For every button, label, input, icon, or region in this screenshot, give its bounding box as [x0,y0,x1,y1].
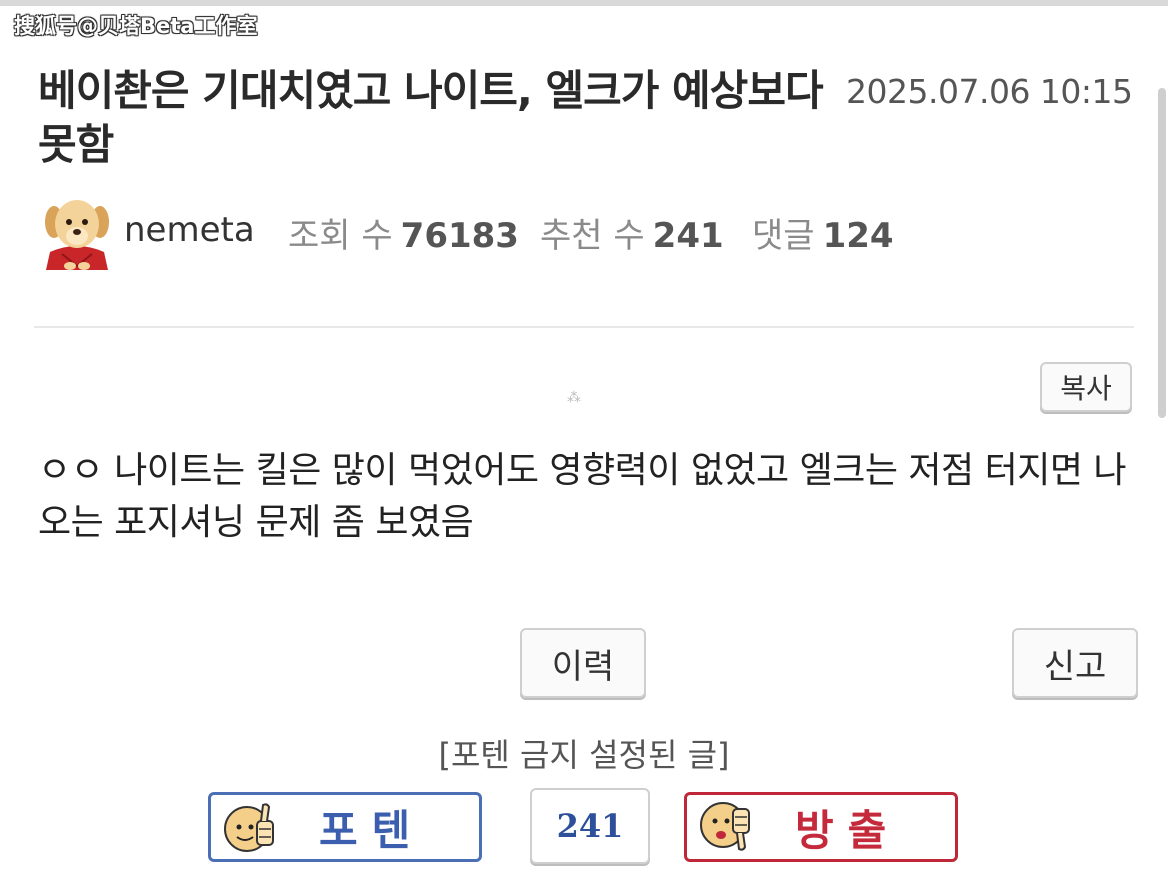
potent-ban-notice: [포텐 금지 설정된 글] [438,736,730,774]
upvote-label: 포텐 [319,805,425,855]
post-title: 베이촨은 기대치였고 나이트, 엘크가 예상보다 못함 [38,66,824,169]
top-bar [0,0,1168,6]
downvote-button[interactable]: 방출 [684,792,958,862]
downvote-label: 방출 [795,805,901,855]
comment-count-value: 124 [822,216,894,256]
header-divider [34,326,1134,328]
post-datetime: 2025.07.06 10:15 [846,72,1133,111]
comment-count: 댓글 124 [752,208,894,257]
scrollbar[interactable] [1158,88,1166,418]
view-count-label: 조회 수 [288,216,393,256]
comment-count-label: 댓글 [752,216,815,256]
watermark: 搜狐号@贝塔Beta工作室 [14,14,258,38]
copy-button[interactable]: 복사 [1040,362,1132,412]
recommend-count-label: 추천 수 [540,216,645,256]
upvote-button[interactable]: 포텐 [208,792,482,862]
thumbs-down-face-icon [700,802,750,851]
recommend-count: 추천 수 241 [540,208,724,257]
vote-count: 241 [530,788,650,864]
thumbs-up-face-icon [224,803,274,852]
recommend-count-value: 241 [652,216,724,256]
post-body: ㅇㅇ 나이트는 킬은 많이 먹었어도 영향력이 없었고 엘크는 저점 터지면 나… [38,450,1127,543]
puppy-avatar-icon[interactable] [42,196,112,272]
history-button[interactable]: 이력 [520,628,646,698]
author-name[interactable]: nemeta [124,210,255,250]
view-count-value: 76183 [400,216,519,256]
report-button[interactable]: 신고 [1012,628,1138,698]
loading-indicator-icon: ⁂ [567,390,581,406]
view-count: 조회 수 76183 [288,208,519,257]
